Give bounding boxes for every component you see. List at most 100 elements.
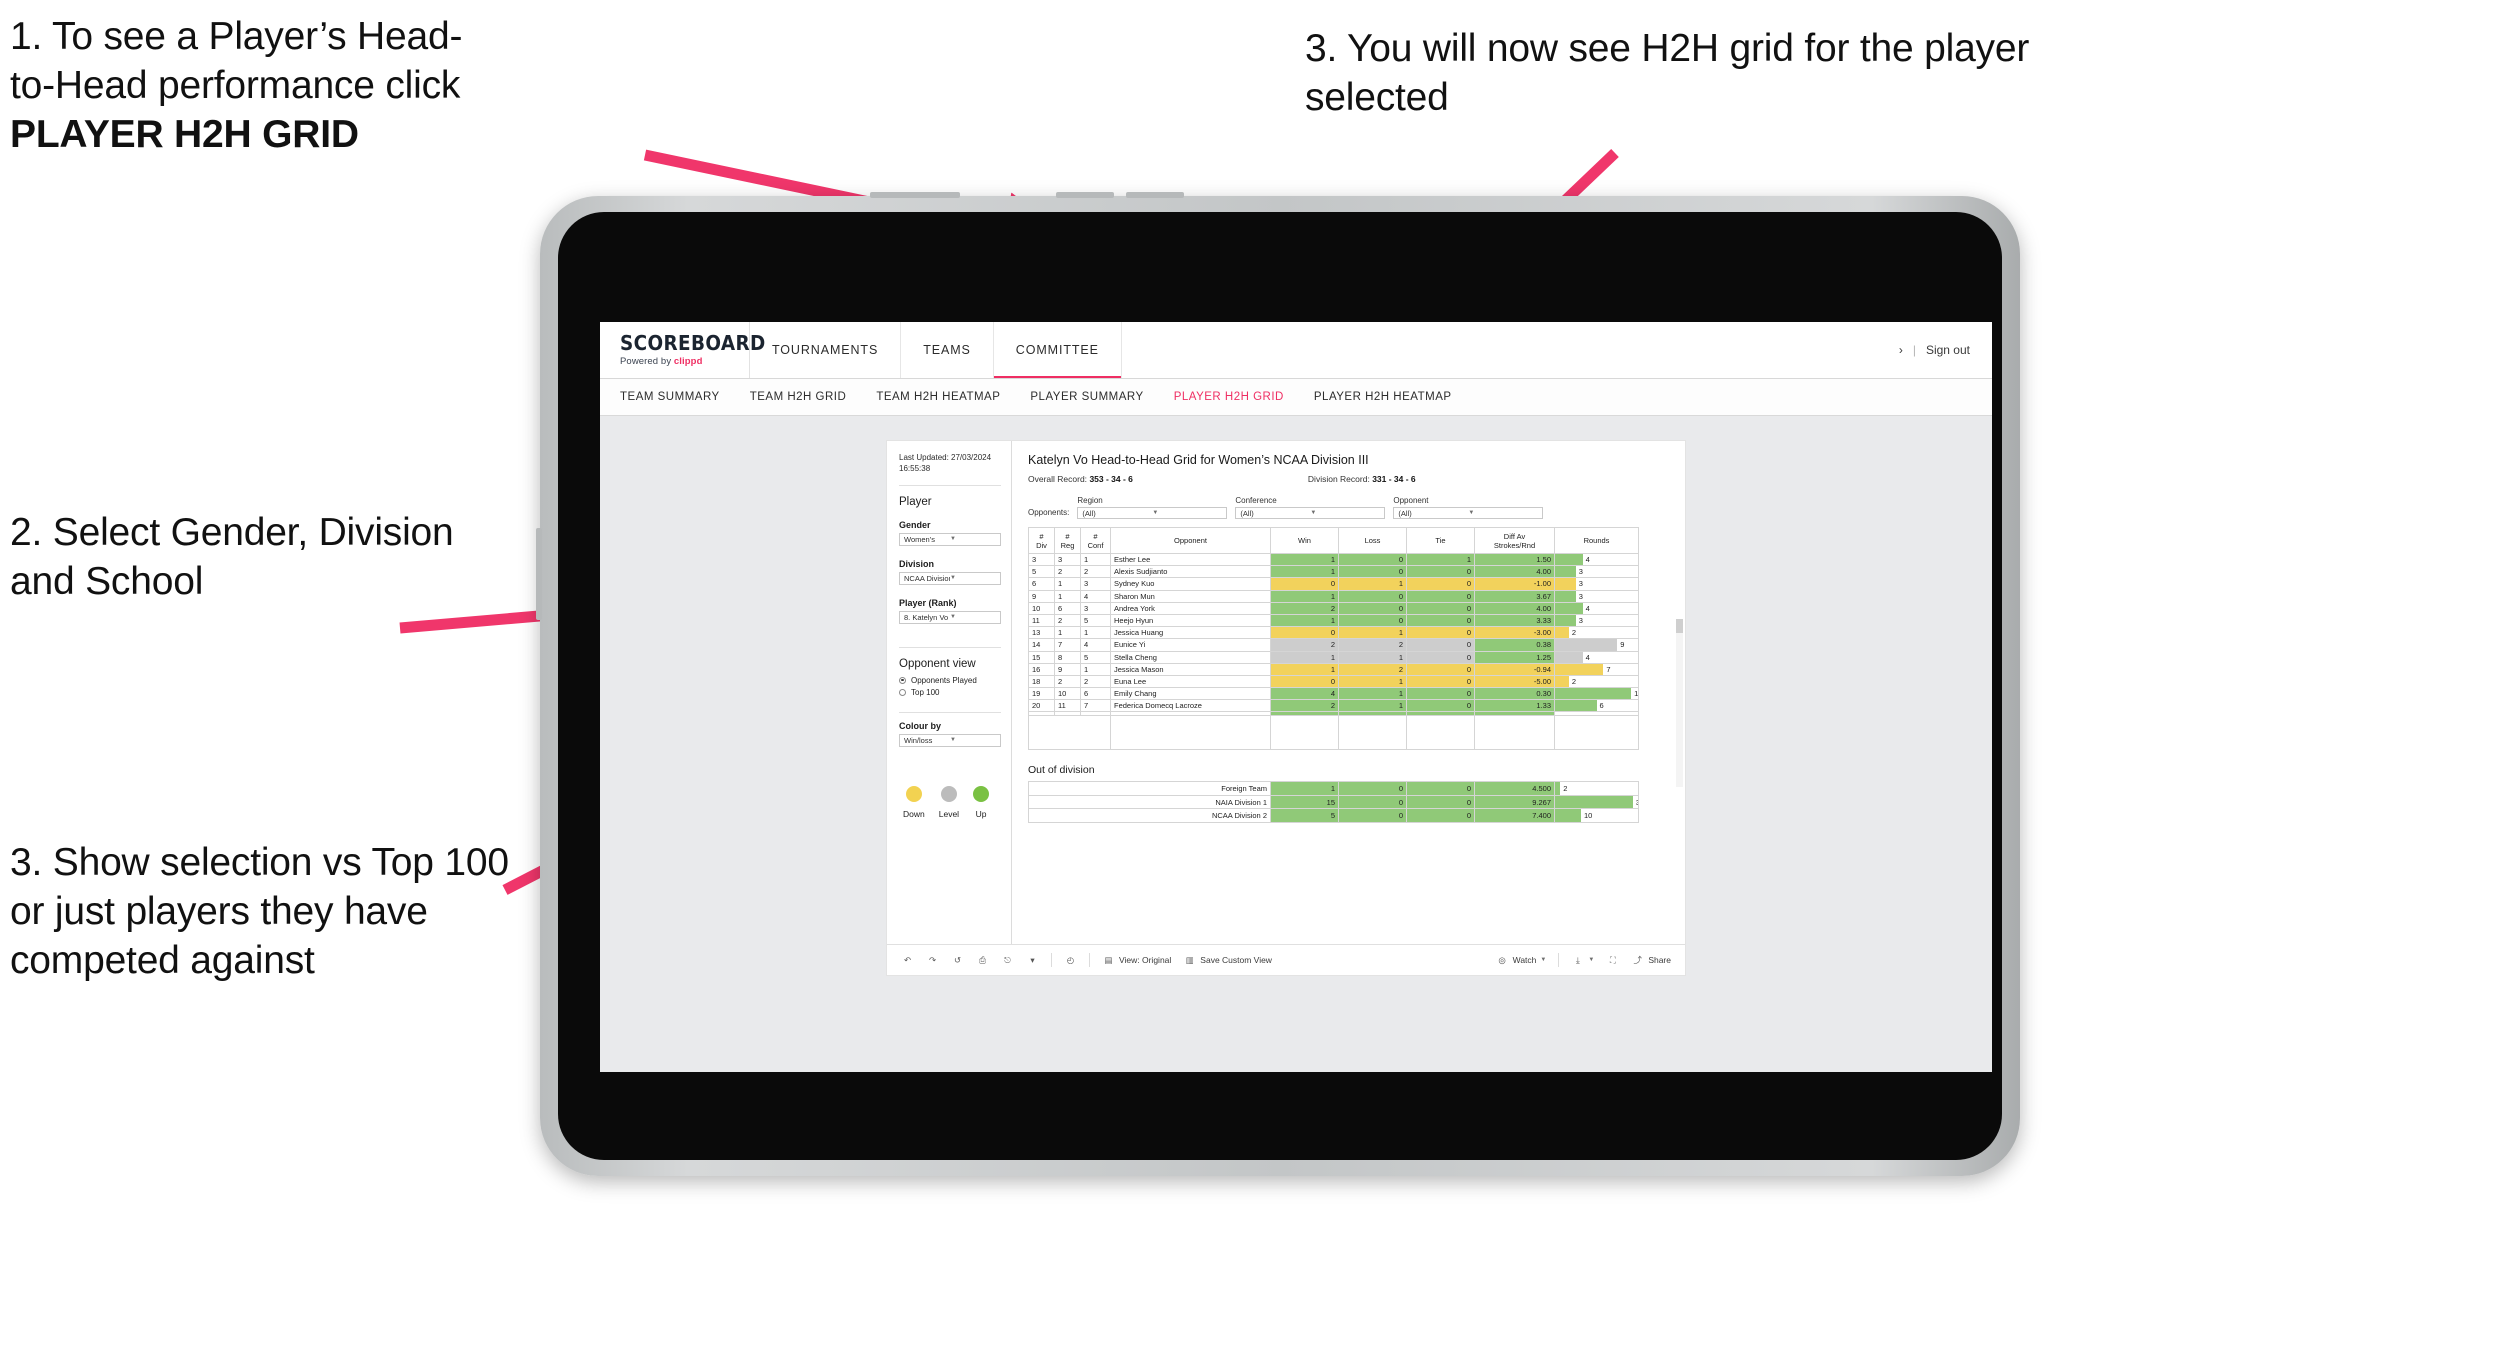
tableau-viz: Last Updated: 27/03/2024 16:55:38 Player… [886, 440, 1686, 976]
table-row[interactable]: 10 6 3 Andrea York 2 0 0 4.00 4 [1028, 601, 1639, 615]
table-row[interactable]: 6 1 3 Sydney Kuo 0 1 0 -1.00 3 [1028, 577, 1639, 591]
fullscreen-icon[interactable]: ⛶ [1606, 954, 1619, 967]
table-row[interactable]: 14 7 4 Eunice Yi 2 2 0 0.38 9 [1028, 638, 1639, 652]
cell-win: 1 [1270, 613, 1339, 628]
brand-name: SCOREBOARD [620, 331, 766, 355]
gender-select[interactable]: Women’s ▼ [899, 532, 1001, 546]
cell-empty [1270, 715, 1339, 751]
player-rank-select[interactable]: 8. Katelyn Vo ▼ [899, 610, 1001, 624]
account-chevron-icon[interactable]: › [1899, 343, 1903, 357]
save-custom-view-button[interactable]: ▥ Save Custom View [1183, 954, 1272, 967]
colour-by-select[interactable]: Win/loss ▼ [899, 733, 1001, 747]
conference-select[interactable]: (All) ▼ [1235, 507, 1386, 519]
division-record-value: 331 - 34 - 6 [1372, 474, 1416, 484]
save-custom-view-label: Save Custom View [1200, 955, 1272, 965]
undo-icon[interactable]: ↶ [901, 954, 914, 967]
cell-tie: 0 [1406, 589, 1475, 603]
cell-tie: 0 [1406, 601, 1475, 615]
revert-icon[interactable]: ↺ [951, 954, 964, 967]
rounds-bar [1555, 603, 1583, 614]
brand-logo[interactable]: SCOREBOARD Powered by clippd [600, 322, 766, 378]
redo-icon[interactable]: ↷ [926, 954, 939, 967]
subnav-team-summary[interactable]: TEAM SUMMARY [620, 391, 720, 403]
nav-committee[interactable]: COMMITTEE [993, 322, 1122, 378]
share-button[interactable]: ⤴ Share [1631, 954, 1671, 967]
cell-loss: 0 [1338, 565, 1407, 579]
cell-tie: 0 [1406, 565, 1475, 579]
table-row[interactable]: 20 11 7 Federica Domecq Lacroze 2 1 0 1.33 6 [1028, 699, 1639, 713]
view-original-button[interactable]: ▤ View: Original [1102, 954, 1171, 967]
rounds-value: 7 [1606, 664, 1611, 674]
cell-loss: 0 [1338, 601, 1407, 615]
tablet-screen: SCOREBOARD Powered by clippd TOURNAMENTS… [558, 212, 2002, 1160]
divider [899, 646, 1001, 648]
cell-opponent: Heejo Hyun [1110, 613, 1271, 628]
nav-tournaments[interactable]: TOURNAMENTS [750, 322, 902, 378]
cell-opponent: Stella Cheng [1110, 650, 1271, 664]
cell-loss: 1 [1338, 687, 1407, 701]
division-select[interactable]: NCAA Division III ▼ [899, 571, 1001, 585]
rounds-value: 2 [1571, 676, 1576, 686]
cell-tie: 0 [1406, 674, 1475, 689]
colour-by-label: Colour by [899, 720, 941, 731]
side-button[interactable] [536, 528, 542, 620]
nav-teams[interactable]: TEAMS [901, 322, 994, 378]
cell-diff-av-strokes-rnd: 0.38 [1474, 638, 1555, 652]
subnav-player-summary[interactable]: PLAYER SUMMARY [1030, 391, 1143, 403]
radio-opponents-played[interactable]: Opponents Played [899, 676, 1001, 685]
pause-updates-icon[interactable]: ⎋ [1001, 954, 1014, 967]
col-header-7: Diff Av Strokes/Rnd [1474, 527, 1555, 554]
cell--reg: 7 [1054, 638, 1081, 652]
cell-diff-av-strokes-rnd: 1.25 [1474, 650, 1555, 664]
volume-up-button[interactable] [1056, 192, 1114, 198]
rounds-bar [1555, 664, 1604, 675]
subnav-player-h2h-grid[interactable]: PLAYER H2H GRID [1174, 391, 1284, 403]
radio-top-100[interactable]: Top 100 [899, 688, 1001, 697]
out-of-division-row[interactable]: NAIA Division 115009.26730 [1028, 794, 1639, 810]
table-row[interactable]: 18 2 2 Euna Lee 0 1 0 -5.00 2 [1028, 674, 1639, 689]
table-row[interactable]: 19106Emily Chang4100.3011 [1028, 687, 1639, 701]
subnav-team-h2h-heatmap[interactable]: TEAM H2H HEATMAP [876, 391, 1000, 403]
zoom-icon[interactable]: ◴ [1064, 954, 1077, 967]
rounds-value: 9 [1620, 640, 1625, 650]
table-row[interactable]: 16 9 1 Jessica Mason 1 2 0 -0.94 7 [1028, 662, 1639, 676]
cell--conf: 4 [1080, 638, 1111, 652]
col-header-0: # Div [1028, 527, 1055, 554]
refresh-data-icon[interactable]: ⎙ [976, 954, 989, 967]
table-scrollbar[interactable] [1676, 619, 1683, 787]
cell-tie: 0 [1406, 662, 1475, 676]
table-row[interactable]: 13 1 1 Jessica Huang 0 1 0 -3.00 2 [1028, 626, 1639, 640]
ood-cell-rounds: 2 [1554, 781, 1639, 796]
conference-label: Conference [1235, 496, 1277, 505]
opponent-label: Opponent [1393, 496, 1429, 505]
legend-label-down: Down [903, 808, 925, 819]
table-row[interactable]: 15 8 5 Stella Cheng 1 1 0 1.25 4 [1028, 650, 1639, 664]
watch-button[interactable]: ◎ Watch ▼ [1496, 954, 1546, 967]
table-row[interactable]: 9 1 4 Sharon Mun 1 0 0 3.67 3 [1028, 589, 1639, 603]
rounds-bar [1555, 639, 1618, 650]
ood-cell-2: 0 [1338, 781, 1407, 796]
table-row[interactable]: 3 3 1 Esther Lee 1 0 1 1.50 4 [1028, 552, 1639, 567]
scrollbar-thumb[interactable] [1676, 619, 1683, 633]
region-select[interactable]: (All) ▼ [1077, 507, 1228, 519]
table-row[interactable]: 11 2 5 Heejo Hyun 1 0 0 3.33 3 [1028, 613, 1639, 628]
legend-dot-level [940, 785, 957, 802]
subnav-team-h2h-grid[interactable]: TEAM H2H GRID [750, 391, 847, 403]
out-of-division-row[interactable]: Foreign Team 1 0 0 4.500 2 [1028, 781, 1639, 796]
power-button[interactable] [870, 192, 960, 198]
table-row[interactable]: 5 2 2 Alexis Sudjianto 1 0 0 4.00 3 [1028, 565, 1639, 579]
cell-win: 0 [1270, 577, 1339, 591]
download-button[interactable]: ⤓ ▼ [1571, 954, 1594, 967]
player-rank-label: Player (Rank) [899, 597, 957, 608]
cell-opponent: Andrea York [1110, 601, 1271, 615]
sign-out-link[interactable]: Sign out [1926, 343, 1970, 357]
subnav-player-h2h-heatmap[interactable]: PLAYER H2H HEATMAP [1314, 391, 1452, 403]
opponent-select[interactable]: (All) ▼ [1393, 507, 1544, 519]
radio-opponents-played-label: Opponents Played [911, 675, 977, 685]
cell--reg: 2 [1054, 565, 1081, 579]
cell-empty [1406, 715, 1475, 751]
volume-down-button[interactable] [1126, 192, 1184, 198]
chevron-down-icon[interactable]: ▾ [1026, 954, 1039, 967]
colour-by-value: Win/loss [904, 735, 933, 745]
out-of-division-row[interactable]: NCAA Division 2 5 0 0 7.400 10 [1028, 808, 1639, 823]
